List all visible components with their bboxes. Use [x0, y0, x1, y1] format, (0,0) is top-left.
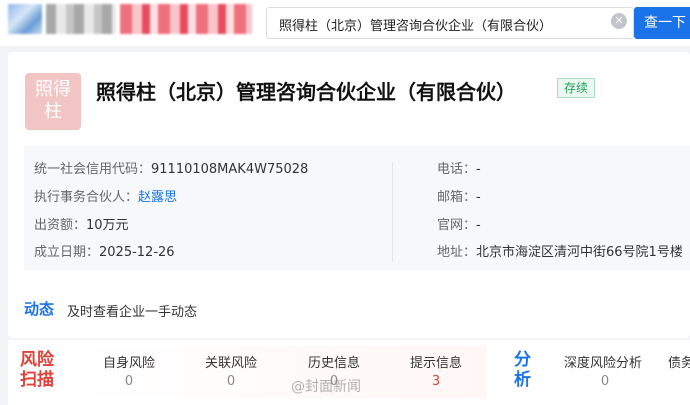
risk-scan-title: 风险 扫描: [20, 350, 54, 390]
website-label: 官网：: [437, 218, 477, 233]
analysis-item-label[interactable]: 深度风险分析: [564, 352, 642, 371]
partner-row: 执行事务合伙人：赵露思: [34, 186, 177, 205]
risk-item-value: 0: [226, 374, 236, 389]
risk-item-value: 0: [124, 374, 134, 389]
analysis-item-value: 0: [600, 374, 610, 389]
analysis-title-line: 析: [514, 370, 531, 390]
address-row: 地址：北京市海淀区清河中街66号院1号楼: [437, 241, 690, 260]
risk-item-label[interactable]: 提示信息: [386, 352, 486, 371]
email-label: 邮箱：: [437, 190, 477, 205]
website-row: 官网：-: [437, 214, 481, 233]
close-circle-icon[interactable]: ✕: [611, 13, 627, 29]
website-value: -: [476, 218, 481, 233]
partner-label: 执行事务合伙人：: [34, 190, 139, 205]
risk-item-label[interactable]: 历史信息: [284, 352, 384, 371]
date-row: 成立日期：2025-12-26: [34, 241, 175, 260]
phone-row: 电话：-: [437, 158, 481, 177]
analysis-item-label[interactable]: 债务: [668, 352, 690, 371]
top-bar: 照得柱（北京）管理咨询合伙企业（有限合伙） ✕ 查一下: [0, 0, 690, 46]
date-value: 2025-12-26: [99, 245, 175, 260]
risk-item-label[interactable]: 关联风险: [181, 352, 281, 371]
status-badge: 存续: [557, 78, 596, 98]
risk-item-value: 3: [431, 374, 441, 389]
capital-value: 10万元: [86, 218, 129, 233]
info-divider: [392, 162, 393, 262]
phone-label: 电话：: [437, 162, 477, 177]
address-label: 地址：: [437, 245, 477, 260]
email-row: 邮箱：-: [437, 186, 481, 205]
email-value: -: [476, 190, 481, 205]
dynamic-text[interactable]: 及时查看企业一手动态: [67, 301, 197, 320]
dynamic-title[interactable]: 动态: [24, 298, 54, 319]
company-logo: 照得柱: [25, 73, 81, 130]
watermark: @封面新闻: [291, 379, 361, 395]
blurred-region: [46, 4, 116, 34]
address-value: 北京市海淀区清河中街66号院1号楼: [476, 245, 683, 260]
credit-code-row: 统一社会信用代码：91110108MAK4W75028: [34, 158, 308, 177]
company-name: 照得柱（北京）管理咨询合伙企业（有限合伙）: [96, 80, 516, 104]
search-input[interactable]: 照得柱（北京）管理咨询合伙企业（有限合伙）: [266, 7, 634, 39]
credit-code-label: 统一社会信用代码：: [34, 162, 152, 177]
blurred-logo: [8, 4, 42, 34]
risk-title-line: 扫描: [20, 370, 54, 390]
capital-row: 出资额：10万元: [34, 214, 129, 233]
search-query: 照得柱（北京）管理咨询合伙企业（有限合伙）: [279, 19, 553, 34]
partner-link[interactable]: 赵露思: [138, 190, 177, 205]
analysis-title: 分 析: [514, 350, 531, 390]
logo-text: 照得柱: [35, 79, 71, 122]
blurred-region: [120, 4, 252, 34]
credit-code-value: 91110108MAK4W75028: [151, 162, 309, 177]
risk-item-label[interactable]: 自身风险: [79, 352, 179, 371]
search-button[interactable]: 查一下: [634, 7, 690, 39]
date-label: 成立日期：: [34, 245, 100, 260]
phone-value: -: [476, 162, 481, 177]
capital-label: 出资额：: [34, 218, 87, 233]
analysis-title-line: 分: [514, 350, 531, 370]
risk-title-line: 风险: [20, 350, 54, 370]
